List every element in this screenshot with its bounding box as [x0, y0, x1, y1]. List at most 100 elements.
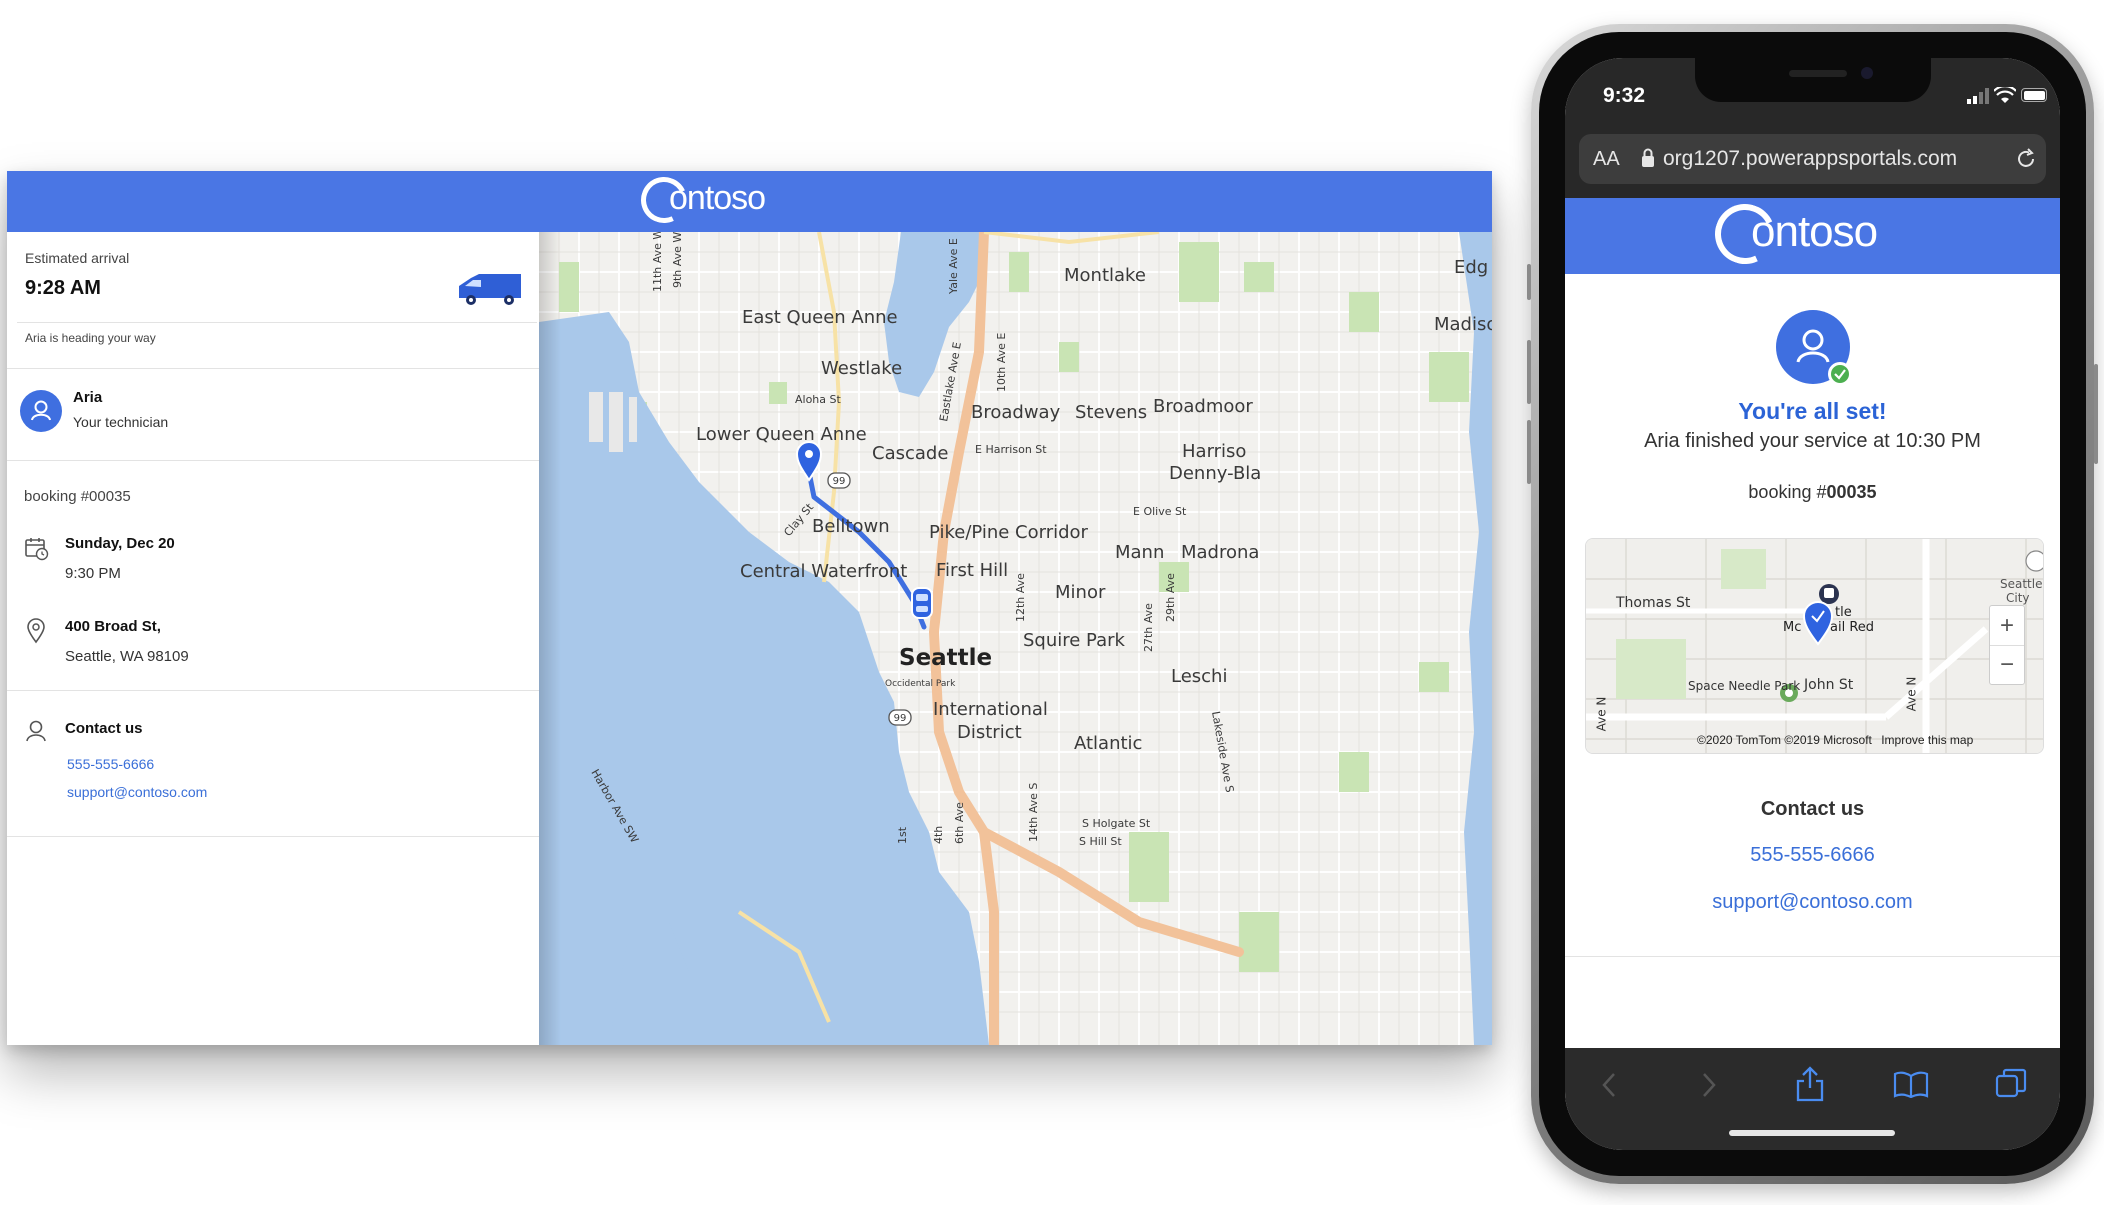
map-attribution: ©2020 TomTom ©2019 Microsoft Improve thi…	[1697, 733, 1973, 747]
home-indicator[interactable]	[1729, 1130, 1895, 1136]
map-view[interactable]: ontoso 99 99 East Queen Anne Westlake Mo…	[539, 171, 1492, 1045]
checkmark-badge-icon	[1828, 362, 1852, 386]
map-label: East Queen Anne	[742, 307, 898, 328]
technician-name: Aria	[73, 389, 103, 406]
booking-number-value: 00035	[1826, 482, 1877, 502]
booking-number: booking #00035	[1565, 482, 2060, 503]
map-label: S Holgate St	[1082, 817, 1151, 830]
contact-email-link[interactable]: support@contoso.com	[1565, 891, 2060, 914]
contact-phone-link[interactable]: 555-555-6666	[1565, 844, 2060, 867]
tabs-icon[interactable]	[1995, 1068, 2027, 1100]
map-label: Occidental Park	[885, 679, 956, 689]
url-bar[interactable]: AA org1207.powerappsportals.com	[1579, 134, 2046, 184]
zoom-out-button[interactable]: −	[1990, 646, 2024, 684]
divider	[7, 460, 539, 461]
map-label: International	[933, 699, 1048, 720]
share-icon[interactable]	[1795, 1066, 1825, 1102]
divider	[7, 368, 539, 369]
eta-status: Aria is heading your way	[25, 331, 156, 345]
booking-label: booking #00035	[24, 488, 131, 505]
map-label-ail-red: ail Red	[1830, 620, 1875, 635]
map-label: Denny-Bla	[1169, 463, 1261, 484]
booking-details-panel: Estimated arrival 9:28 AM Aria is headin…	[7, 171, 539, 1045]
map-label-ave-n-right: Ave N	[1904, 676, 1919, 712]
map-label: Atlantic	[1074, 733, 1142, 754]
desktop-window: Estimated arrival 9:28 AM Aria is headin…	[7, 171, 1492, 1045]
map-label: Belltown	[812, 516, 890, 537]
reload-icon[interactable]	[2015, 148, 2037, 170]
map-label: Central Waterfront	[740, 561, 907, 582]
front-camera	[1861, 67, 1873, 79]
eta-label: Estimated arrival	[25, 250, 130, 266]
map-copyright: ©2020 TomTom ©2019 Microsoft	[1697, 733, 1872, 747]
contact-title: Contact us	[1760, 798, 1865, 820]
svg-text:99: 99	[833, 476, 846, 487]
panel-shadow	[539, 232, 561, 1045]
map-label: E Olive St	[1133, 505, 1187, 518]
zoom-controls: + −	[1989, 605, 2025, 685]
contact-phone-link[interactable]: 555-555-6666	[67, 756, 154, 772]
map-label: Cascade	[872, 443, 948, 464]
map-label: Broadway	[971, 402, 1061, 423]
wifi-icon	[1994, 87, 2016, 103]
address-line2: Seattle, WA 98109	[65, 648, 189, 665]
map-label: 9th Ave W	[671, 232, 684, 288]
map-label: District	[957, 722, 1022, 743]
map-label: 6th Ave	[953, 802, 966, 844]
improve-map-link[interactable]: Improve this map	[1881, 733, 1973, 747]
power-button	[2094, 364, 2098, 464]
map-label-thomas: Thomas St	[1616, 595, 1691, 611]
map-label-space-needle: Space Needle Park	[1688, 679, 1801, 693]
forward-arrow-icon[interactable]	[1701, 1072, 1717, 1098]
browser-toolbar	[1565, 1048, 2060, 1150]
address-line1: 400 Broad St,	[65, 618, 161, 635]
map-label: 14th Ave S	[1027, 783, 1040, 842]
service-message-text: Aria finished your service at 10:30 PM	[1644, 430, 1981, 452]
map-label: Leschi	[1171, 666, 1227, 687]
map-label: Broadmoor	[1153, 396, 1253, 417]
status-time: 9:32	[1603, 84, 1646, 107]
booking-date: Sunday, Dec 20	[65, 535, 175, 552]
url-text: org1207.powerappsportals.com	[1663, 147, 1958, 170]
app-header-bar: ontoso	[1565, 195, 2060, 274]
contoso-logo: ontoso	[1706, 195, 1878, 273]
van-icon	[459, 274, 521, 305]
map-label: Aloha St	[795, 393, 842, 406]
eta-section: Estimated arrival 9:28 AM	[17, 232, 537, 323]
map-label: Squire Park	[1023, 630, 1126, 651]
technician-car-icon	[911, 587, 933, 619]
map-label: 11th Ave W	[651, 232, 664, 292]
browser-address-area: AA org1207.powerappsportals.com	[1565, 124, 2060, 198]
battery-icon	[2021, 88, 2047, 102]
map-label: Montlake	[1064, 265, 1146, 286]
map-label: Stevens	[1075, 402, 1147, 423]
booking-time: 9:30 PM	[65, 565, 121, 582]
map-label: 27th Ave	[1142, 603, 1155, 652]
person-icon	[31, 400, 51, 421]
technician-role: Your technician	[73, 414, 169, 430]
map-label: 1st	[896, 826, 909, 844]
map-label: E Harrison St	[975, 443, 1047, 456]
bookmarks-icon[interactable]	[1893, 1070, 1929, 1098]
map-label: S Hill St	[1079, 835, 1122, 848]
contact-email-link[interactable]: support@contoso.com	[67, 784, 207, 800]
map-label: Harriso	[1182, 441, 1246, 462]
location-mini-map[interactable]: Thomas St Seattle City tle Mc ail Red Sp…	[1585, 538, 2044, 754]
volume-up-button	[1527, 340, 1531, 404]
phone-device: 9:32 AA org1207.powerappsportals.com ont…	[1527, 24, 2098, 1184]
map-label: 12th Ave	[1014, 573, 1027, 622]
map-label-tle: tle	[1835, 605, 1852, 620]
contoso-logo: ontoso	[634, 171, 766, 230]
map-label-mc: Mc	[1783, 620, 1802, 635]
map-label: Westlake	[821, 358, 902, 379]
success-title: You're all set!	[1738, 398, 1887, 424]
highway-99-shield-bottom: 99	[888, 709, 912, 726]
zoom-in-button[interactable]: +	[1990, 606, 2024, 646]
lock-icon	[1642, 148, 1654, 167]
notch	[1695, 58, 1931, 102]
back-arrow-icon[interactable]	[1601, 1072, 1617, 1098]
app-header-bar: ontoso	[539, 171, 1492, 232]
booking-prefix: booking #	[1748, 482, 1827, 502]
text-size-button[interactable]: AA	[1593, 148, 1620, 171]
map-label: Madrona	[1181, 542, 1259, 563]
